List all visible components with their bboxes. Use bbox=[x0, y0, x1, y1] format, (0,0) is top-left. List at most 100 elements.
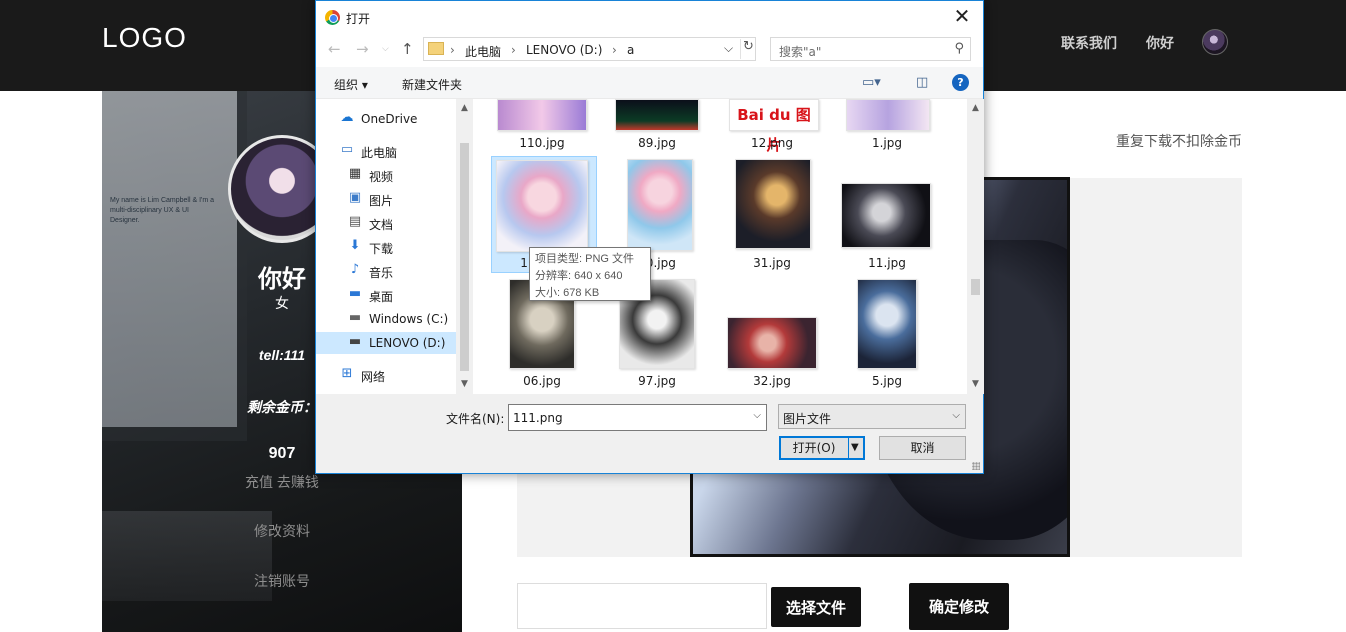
folder-icon bbox=[428, 42, 444, 55]
preview-pane-icon[interactable]: ◫ bbox=[916, 75, 928, 90]
filetype-select[interactable]: 图片文件 ⌵ bbox=[778, 404, 966, 429]
chevron-down-icon[interactable]: ⌵ bbox=[753, 410, 761, 421]
site-logo[interactable]: LOGO bbox=[102, 22, 187, 54]
nav-scrollbar[interactable]: ▲ ▼ bbox=[456, 99, 473, 394]
nav-label: 下载 bbox=[369, 242, 394, 256]
chrome-icon bbox=[325, 10, 340, 25]
file-input-field[interactable] bbox=[517, 583, 767, 629]
back-arrow-icon[interactable]: ← bbox=[328, 40, 341, 58]
search-icon[interactable]: ⚲ bbox=[954, 41, 964, 56]
file-name: 89.jpg bbox=[638, 136, 676, 150]
nav-desktop[interactable]: ▬ 桌面 bbox=[316, 284, 456, 306]
nav-label: 桌面 bbox=[369, 290, 394, 304]
file-tile[interactable]: 31.jpg bbox=[717, 156, 827, 274]
nav-label: 视频 bbox=[369, 170, 394, 184]
breadcrumb-pc[interactable]: 此电脑 bbox=[465, 43, 501, 60]
nav-scroll-thumb[interactable] bbox=[460, 143, 469, 371]
breadcrumb-separator-icon: › bbox=[511, 43, 516, 57]
file-name: 32.jpg bbox=[753, 374, 791, 388]
nav-contact-link[interactable]: 联系我们 bbox=[1061, 33, 1117, 53]
scroll-up-icon[interactable]: ▲ bbox=[456, 103, 473, 113]
user-avatar[interactable] bbox=[1202, 29, 1228, 55]
nav-documents[interactable]: ▤ 文档 bbox=[316, 212, 456, 234]
address-row: ← → ⌵ ↑ › 此电脑 › LENOVO (D:) › a ⌵ ↻ 搜索"a… bbox=[316, 35, 983, 65]
search-input[interactable]: 搜索"a" ⚲ bbox=[770, 37, 971, 61]
tooltip-size: 大小: 678 KB bbox=[535, 287, 600, 299]
breadcrumb-drive[interactable]: LENOVO (D:) bbox=[526, 43, 602, 57]
edit-profile-link[interactable]: 修改资料 bbox=[102, 521, 462, 541]
file-name: 110.jpg bbox=[519, 136, 565, 150]
nav-label: 图片 bbox=[369, 194, 394, 208]
dialog-titlebar[interactable]: 打开 ✕ bbox=[316, 1, 983, 33]
navigation-pane: ☁ OneDrive ▭ 此电脑 ▦ 视频 ▣ 图片 ▤ 文档 ⬇ 下载 ♪ 音… bbox=[316, 99, 473, 394]
pictures-icon: ▣ bbox=[348, 190, 362, 205]
resize-grip-icon[interactable] bbox=[972, 462, 980, 470]
files-scroll-thumb[interactable] bbox=[971, 279, 980, 295]
file-thumbnail bbox=[727, 317, 817, 369]
nav-label: Windows (C:) bbox=[369, 312, 449, 326]
view-options-icon[interactable]: ▭▾ bbox=[862, 75, 881, 90]
network-icon: ⊞ bbox=[341, 366, 353, 381]
nav-label: 此电脑 bbox=[361, 146, 398, 160]
nav-onedrive[interactable]: ☁ OneDrive bbox=[316, 108, 456, 130]
open-file-dialog: 打开 ✕ ← → ⌵ ↑ › 此电脑 › LENOVO (D:) › a ⌵ ↻… bbox=[315, 0, 984, 474]
chevron-down-icon[interactable]: ⌵ bbox=[724, 41, 733, 56]
file-name: 12.png bbox=[751, 136, 793, 150]
file-name: 31.jpg bbox=[753, 256, 791, 270]
up-arrow-icon[interactable]: ↑ bbox=[401, 40, 414, 58]
open-button[interactable]: 打开(O) ▼ bbox=[779, 436, 865, 460]
nav-videos[interactable]: ▦ 视频 bbox=[316, 164, 456, 186]
nav-downloads[interactable]: ⬇ 下载 bbox=[316, 236, 456, 258]
breadcrumb-separator-icon: › bbox=[612, 43, 617, 57]
nav-network[interactable]: ⊞ 网络 bbox=[316, 364, 456, 386]
computer-icon: ▭ bbox=[340, 142, 354, 157]
filetype-value: 图片文件 bbox=[783, 412, 832, 426]
filename-value: 111.png bbox=[513, 411, 563, 425]
nav-label: LENOVO (D:) bbox=[369, 336, 446, 350]
nav-music[interactable]: ♪ 音乐 bbox=[316, 260, 456, 282]
file-thumbnail bbox=[627, 159, 693, 251]
nav-this-pc[interactable]: ▭ 此电脑 bbox=[316, 140, 456, 162]
choose-file-button[interactable]: 选择文件 bbox=[771, 587, 861, 627]
nav-drive-c[interactable]: ▬ Windows (C:) bbox=[316, 308, 456, 330]
baidu-logo: Bai du 图片 bbox=[729, 99, 819, 154]
file-tile[interactable]: 11.jpg bbox=[832, 156, 942, 274]
file-name: 06.jpg bbox=[523, 374, 561, 388]
nav-drive-d[interactable]: ▬ LENOVO (D:) bbox=[316, 332, 456, 354]
close-icon[interactable]: ✕ bbox=[947, 5, 977, 29]
logout-link[interactable]: 注销账号 bbox=[102, 571, 462, 591]
files-scrollbar[interactable]: ▲ ▼ bbox=[967, 99, 984, 394]
refresh-icon[interactable]: ↻ bbox=[740, 39, 756, 59]
chevron-down-icon: ⌵ bbox=[952, 410, 960, 421]
file-name: 97.jpg bbox=[638, 374, 676, 388]
forward-arrow-icon[interactable]: → bbox=[356, 40, 369, 58]
dialog-footer: 文件名(N): 111.png ⌵ 图片文件 ⌵ 打开(O) ▼ 取消 bbox=[316, 394, 983, 473]
file-tile[interactable]: 5.jpg bbox=[832, 275, 942, 393]
file-name: 11.jpg bbox=[868, 256, 906, 270]
address-bar[interactable]: › 此电脑 › LENOVO (D:) › a ⌵ ↻ bbox=[423, 37, 756, 61]
scroll-down-icon[interactable]: ▼ bbox=[967, 379, 984, 389]
breadcrumb-separator-icon: › bbox=[450, 43, 455, 57]
file-thumbnail bbox=[735, 159, 811, 249]
music-icon: ♪ bbox=[350, 262, 360, 277]
drive-icon: ▬ bbox=[348, 310, 362, 325]
confirm-button[interactable]: 确定修改 bbox=[909, 583, 1009, 630]
caret-down-icon[interactable]: ▼ bbox=[851, 438, 859, 458]
new-folder-button[interactable]: 新建文件夹 bbox=[402, 76, 462, 93]
nav-pictures[interactable]: ▣ 图片 bbox=[316, 188, 456, 210]
scroll-up-icon[interactable]: ▲ bbox=[967, 103, 984, 113]
file-tile[interactable]: 32.jpg bbox=[717, 275, 827, 393]
filename-label: 文件名(N): bbox=[446, 412, 505, 426]
recharge-link[interactable]: 充值 去赚钱 bbox=[102, 472, 462, 492]
scroll-down-icon[interactable]: ▼ bbox=[456, 379, 473, 389]
cancel-button[interactable]: 取消 bbox=[879, 436, 966, 460]
organize-menu[interactable]: 组织 ▾ bbox=[334, 76, 368, 93]
filename-input[interactable]: 111.png ⌵ bbox=[508, 404, 767, 431]
help-icon[interactable]: ? bbox=[952, 74, 969, 91]
search-placeholder: 搜索"a" bbox=[779, 45, 822, 59]
tooltip-resolution: 分辨率: 640 x 640 bbox=[535, 270, 623, 282]
breadcrumb-folder[interactable]: a bbox=[627, 43, 634, 57]
recent-locations-icon[interactable]: ⌵ bbox=[382, 44, 389, 54]
nav-user-link[interactable]: 你好 bbox=[1146, 33, 1174, 53]
file-thumbnail bbox=[841, 183, 931, 248]
